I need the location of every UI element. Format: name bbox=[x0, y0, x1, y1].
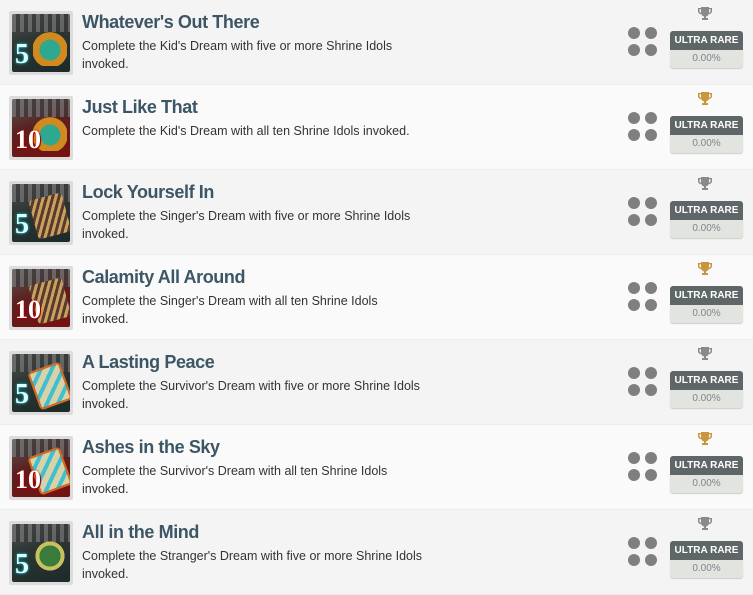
grid-dots-icon[interactable] bbox=[628, 452, 658, 482]
trophy-icon bbox=[698, 347, 712, 360]
achievement-icon: 5 bbox=[9, 181, 73, 245]
unlock-percent: 0.00% bbox=[670, 305, 743, 323]
achievement-title[interactable]: Calamity All Around bbox=[82, 267, 245, 288]
grid-dots-icon[interactable] bbox=[628, 367, 658, 397]
rarity-badge: ULTRA RARE 0.00% bbox=[670, 116, 743, 153]
rarity-badge: ULTRA RARE 0.00% bbox=[670, 31, 743, 68]
unlock-percent: 0.00% bbox=[670, 220, 743, 238]
icon-number: 10 bbox=[15, 295, 41, 324]
rarity-badge: ULTRA RARE 0.00% bbox=[670, 541, 743, 578]
achievement-title[interactable]: A Lasting Peace bbox=[82, 352, 215, 373]
achievement-description: Complete the Singer's Dream with five or… bbox=[82, 209, 411, 241]
grid-dots-icon[interactable] bbox=[628, 197, 658, 227]
achievement-icon: 10 bbox=[9, 436, 73, 500]
grid-dots-icon[interactable] bbox=[628, 282, 658, 312]
achievement-icon: 5 bbox=[9, 351, 73, 415]
unlock-percent: 0.00% bbox=[670, 560, 743, 578]
grid-dots-icon[interactable] bbox=[628, 112, 658, 142]
achievement-title[interactable]: Just Like That bbox=[82, 97, 198, 118]
unlock-percent: 0.00% bbox=[670, 390, 743, 408]
achievement-description: Complete the Survivor's Dream with all t… bbox=[82, 464, 388, 496]
icon-number: 10 bbox=[15, 125, 41, 154]
icon-number: 5 bbox=[15, 379, 29, 410]
icon-number: 5 bbox=[15, 549, 29, 580]
grid-dots-icon[interactable] bbox=[628, 27, 658, 57]
unlock-percent: 0.00% bbox=[670, 475, 743, 493]
rarity-label: ULTRA RARE bbox=[670, 201, 743, 220]
achievement-row[interactable]: 5 All in the Mind Complete the Stranger'… bbox=[0, 510, 753, 595]
achievement-icon: 5 bbox=[9, 11, 73, 75]
achievement-row[interactable]: 5 Whatever's Out There Complete the Kid'… bbox=[0, 0, 753, 85]
rarity-label: ULTRA RARE bbox=[670, 456, 743, 475]
achievement-row[interactable]: 5 Lock Yourself In Complete the Singer's… bbox=[0, 170, 753, 255]
achievement-description: Complete the Singer's Dream with all ten… bbox=[82, 294, 378, 326]
trophy-icon bbox=[698, 432, 712, 445]
achievement-row[interactable]: 10 Just Like That Complete the Kid's Dre… bbox=[0, 85, 753, 170]
trophy-icon bbox=[698, 262, 712, 275]
unlock-percent: 0.00% bbox=[670, 50, 743, 68]
icon-number: 10 bbox=[15, 465, 41, 494]
achievement-description: Complete the Stranger's Dream with five … bbox=[82, 549, 423, 581]
achievement-description: Complete the Kid's Dream with five or mo… bbox=[82, 39, 393, 71]
achievement-row[interactable]: 5 A Lasting Peace Complete the Survivor'… bbox=[0, 340, 753, 425]
rarity-badge: ULTRA RARE 0.00% bbox=[670, 286, 743, 323]
rarity-label: ULTRA RARE bbox=[670, 286, 743, 305]
icon-number: 5 bbox=[15, 39, 29, 70]
achievement-description: Complete the Kid's Dream with all ten Sh… bbox=[82, 124, 410, 138]
trophy-icon bbox=[698, 177, 712, 190]
rarity-badge: ULTRA RARE 0.00% bbox=[670, 201, 743, 238]
achievement-title[interactable]: Lock Yourself In bbox=[82, 182, 214, 203]
achievement-description: Complete the Survivor's Dream with five … bbox=[82, 379, 420, 411]
icon-number: 5 bbox=[15, 209, 29, 240]
achievement-title[interactable]: Ashes in the Sky bbox=[82, 437, 220, 458]
achievement-icon: 10 bbox=[9, 96, 73, 160]
rarity-badge: ULTRA RARE 0.00% bbox=[670, 456, 743, 493]
achievement-title[interactable]: Whatever's Out There bbox=[82, 12, 260, 33]
trophy-icon bbox=[698, 92, 712, 105]
trophy-icon bbox=[698, 7, 712, 20]
achievement-title[interactable]: All in the Mind bbox=[82, 522, 199, 543]
achievement-row[interactable]: 10 Calamity All Around Complete the Sing… bbox=[0, 255, 753, 340]
rarity-label: ULTRA RARE bbox=[670, 541, 743, 560]
rarity-label: ULTRA RARE bbox=[670, 31, 743, 50]
rarity-label: ULTRA RARE bbox=[670, 371, 743, 390]
rarity-label: ULTRA RARE bbox=[670, 116, 743, 135]
achievement-icon: 5 bbox=[9, 521, 73, 585]
achievement-row[interactable]: 10 Ashes in the Sky Complete the Survivo… bbox=[0, 425, 753, 510]
trophy-icon bbox=[698, 517, 712, 530]
unlock-percent: 0.00% bbox=[670, 135, 743, 153]
achievement-icon: 10 bbox=[9, 266, 73, 330]
grid-dots-icon[interactable] bbox=[628, 537, 658, 567]
rarity-badge: ULTRA RARE 0.00% bbox=[670, 371, 743, 408]
